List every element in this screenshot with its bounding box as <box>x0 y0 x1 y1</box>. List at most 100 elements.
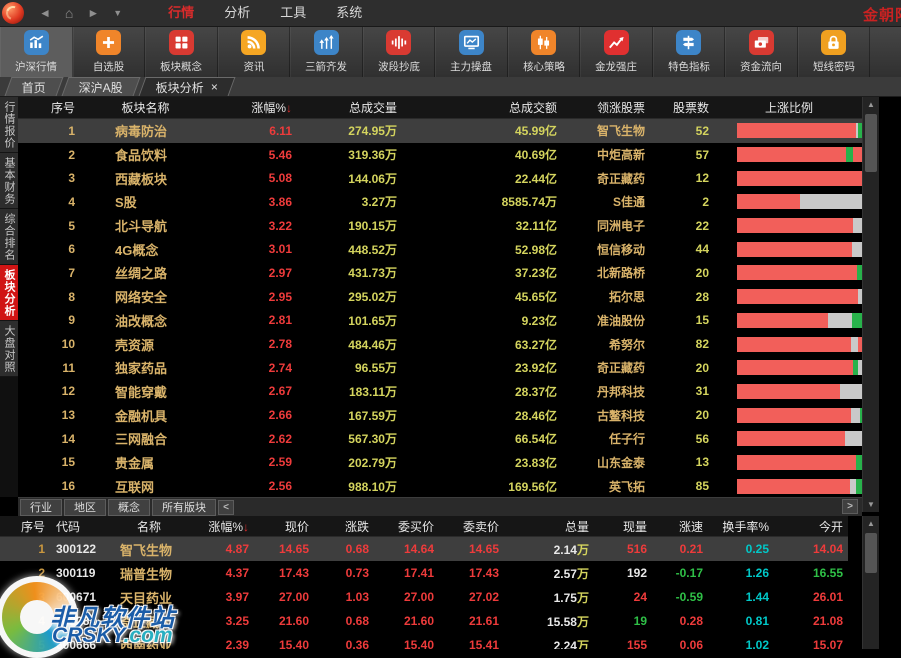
sector-row[interactable]: 9油改概念2.81101.65万9.23亿准油股份15 <box>18 309 866 333</box>
stock-col-header-总量[interactable]: 总量 <box>502 518 592 535</box>
forward-icon[interactable]: ► <box>87 0 99 26</box>
stock-col-header-今开[interactable]: 今开 <box>772 518 846 535</box>
toolbar-button-沪深行情[interactable]: 沪深行情 <box>0 27 73 77</box>
scrollbar-thumb[interactable] <box>865 114 877 172</box>
cell-count: 52 <box>648 124 712 138</box>
sidebar-item-大盘对照[interactable]: 大盘对照 <box>0 321 18 377</box>
stock-row[interactable]: 1300122智飞生物4.8714.650.6814.6414.652.14万5… <box>0 537 848 561</box>
sidebar-item-基本财务[interactable]: 基本财务 <box>0 153 18 209</box>
sector-row[interactable]: 7丝绸之路2.97431.73万37.23亿北新路桥20 <box>18 261 866 285</box>
sector-row[interactable]: 64G概念3.01448.52万52.98亿恒信移动44 <box>18 237 866 261</box>
menu-item-行情[interactable]: 行情 <box>153 0 209 26</box>
sector-row[interactable]: 16互联网2.56988.10万169.56亿英飞拓85 <box>18 474 866 497</box>
scrollbar-thumb[interactable] <box>865 533 877 573</box>
stock-col-header-代码[interactable]: 代码 <box>48 518 110 535</box>
sector-row[interactable]: 5北斗导航3.22190.15万32.11亿同洲电子22 <box>18 214 866 238</box>
sector-row[interactable]: 3西藏板块5.08144.06万22.44亿奇正藏药12 <box>18 166 866 190</box>
back-icon[interactable]: ◄ <box>39 0 51 26</box>
stock-col-header-涨速[interactable]: 涨速 <box>650 518 706 535</box>
toolbar-button-资金流向[interactable]: 资金流向 <box>725 27 798 77</box>
sidebar-item-板块分析[interactable]: 板块分析 <box>0 265 18 321</box>
cell-sector-name: 智能穿戴 <box>78 382 213 401</box>
stock-col-label: 涨幅% <box>208 520 243 534</box>
sector-row[interactable]: 10壳资源2.78484.46万63.27亿希努尔82 <box>18 332 866 356</box>
sector-row[interactable]: 13金融机具2.66167.59万28.46亿古鳌科技20 <box>18 403 866 427</box>
scroll-up-icon[interactable]: ▲ <box>863 97 879 112</box>
sector-row[interactable]: 8网络安全2.95295.02万45.65亿拓尔思28 <box>18 285 866 309</box>
sector-col-header-总成交量[interactable]: 总成交量 <box>295 99 400 116</box>
tab-板块分析[interactable]: 板块分析× <box>139 77 236 96</box>
cell-seq: 10 <box>18 337 78 351</box>
stock-col-header-涨跌[interactable]: 涨跌 <box>312 518 372 535</box>
sector-row[interactable]: 4S股3.863.27万8585.74万S佳通2 <box>18 190 866 214</box>
cell-price: 21.60 <box>252 614 312 628</box>
stock-col-header-委卖价[interactable]: 委卖价 <box>437 518 502 535</box>
total-unit: 万 <box>577 567 589 581</box>
sector-scrollbar[interactable]: ▲ ▼ <box>862 97 879 512</box>
sector-col-header-上涨比例[interactable]: 上涨比例 <box>712 99 866 116</box>
toolbar-button-波段抄底[interactable]: 波段抄底 <box>363 27 436 77</box>
watermark-url-suffix: .com <box>124 624 173 647</box>
sector-col-header-序号[interactable]: 序号 <box>18 99 78 116</box>
stock-col-header-委买价[interactable]: 委买价 <box>372 518 437 535</box>
scroll-up-icon[interactable]: ▲ <box>863 516 879 531</box>
stock-col-header-现量[interactable]: 现量 <box>592 518 650 535</box>
toolbar-button-主力操盘[interactable]: 主力操盘 <box>435 27 508 77</box>
sector-row[interactable]: 11独家药品2.7496.55万23.92亿奇正藏药20 <box>18 356 866 380</box>
stock-col-header-换手率%[interactable]: 换手率% <box>706 518 772 535</box>
toolbar-button-三箭齐发[interactable]: 三箭齐发 <box>290 27 363 77</box>
cell-amount: 45.99亿 <box>400 122 560 139</box>
sector-row[interactable]: 2食品饮料5.46319.36万40.69亿中炬高新57 <box>18 143 866 167</box>
bar-segment <box>737 242 852 257</box>
tab-深沪A股[interactable]: 深沪A股 <box>62 77 141 96</box>
bottom-tab-所有版块[interactable]: 所有版块 <box>152 499 216 516</box>
nav-dropdown-icon[interactable]: ▼ <box>113 0 122 26</box>
toolbar-button-板块概念[interactable]: 板块概念 <box>145 27 218 77</box>
sector-col-header-领涨股票[interactable]: 领涨股票 <box>560 99 648 116</box>
menubar: ◄ ⌂ ► ▼ 行情分析工具系统 金朝阳 <box>0 0 901 27</box>
cell-leader: 任子行 <box>560 430 648 447</box>
bottom-tab-行业[interactable]: 行业 <box>20 499 62 516</box>
total-value: 2.57 <box>554 567 577 581</box>
scroll-right-button[interactable]: > <box>842 499 858 514</box>
sector-row[interactable]: 12智能穿戴2.67183.11万28.37亿丹邦科技31 <box>18 380 866 404</box>
bar-segment <box>853 147 862 162</box>
stock-col-header-涨幅%[interactable]: 涨幅%↓ <box>188 518 252 535</box>
stock-col-header-序号[interactable]: 序号 <box>0 518 48 535</box>
cell-count: 31 <box>648 384 712 398</box>
scroll-left-button[interactable]: < <box>218 500 234 515</box>
sidebar-item-综合排名[interactable]: 综合排名 <box>0 209 18 265</box>
bottom-tab-概念[interactable]: 概念 <box>108 499 150 516</box>
advance-ratio-bar <box>737 408 862 423</box>
stock-col-header-名称[interactable]: 名称 <box>110 518 188 535</box>
toolbar-button-特色指标[interactable]: 特色指标 <box>653 27 726 77</box>
sector-col-header-股票数[interactable]: 股票数 <box>648 99 712 116</box>
tab-首页[interactable]: 首页 <box>5 77 64 96</box>
toolbar-button-核心策略[interactable]: 核心策略 <box>508 27 581 77</box>
toolbar-button-资讯[interactable]: 资讯 <box>218 27 291 77</box>
sector-col-header-总成交额[interactable]: 总成交额 <box>400 99 560 116</box>
toolbar-button-短线密码[interactable]: 短线密码 <box>798 27 871 77</box>
app-logo-icon[interactable] <box>2 2 24 24</box>
close-icon[interactable]: × <box>211 81 218 93</box>
stock-scrollbar[interactable]: ▲ <box>862 516 879 649</box>
bottom-tab-地区[interactable]: 地区 <box>64 499 106 516</box>
sector-col-header-涨幅%[interactable]: 涨幅%↓ <box>213 99 295 116</box>
total-unit: 万 <box>577 543 589 557</box>
menu-item-工具[interactable]: 工具 <box>265 0 321 26</box>
menu-item-系统[interactable]: 系统 <box>321 0 377 26</box>
sector-row[interactable]: 14三网融合2.62567.30万66.54亿任子行56 <box>18 427 866 451</box>
candles-icon <box>531 30 556 55</box>
toolbar-button-金龙强庄[interactable]: 金龙强庄 <box>580 27 653 77</box>
sector-row[interactable]: 15贵金属2.59202.79万23.83亿山东金泰13 <box>18 451 866 475</box>
sector-row[interactable]: 1病毒防治6.11274.95万45.99亿智飞生物52 <box>18 119 866 143</box>
sidebar-item-行情报价[interactable]: 行情报价 <box>0 97 18 153</box>
stock-col-header-现价[interactable]: 现价 <box>252 518 312 535</box>
toolbar-button-自选股[interactable]: 自选股 <box>73 27 146 77</box>
cell-volume: 448.52万 <box>295 241 400 258</box>
home-icon[interactable]: ⌂ <box>65 0 73 26</box>
sector-col-header-板块名称[interactable]: 板块名称 <box>78 99 213 116</box>
scroll-down-icon[interactable]: ▼ <box>863 497 879 512</box>
menu-item-分析[interactable]: 分析 <box>209 0 265 26</box>
bar-segment <box>737 408 851 423</box>
